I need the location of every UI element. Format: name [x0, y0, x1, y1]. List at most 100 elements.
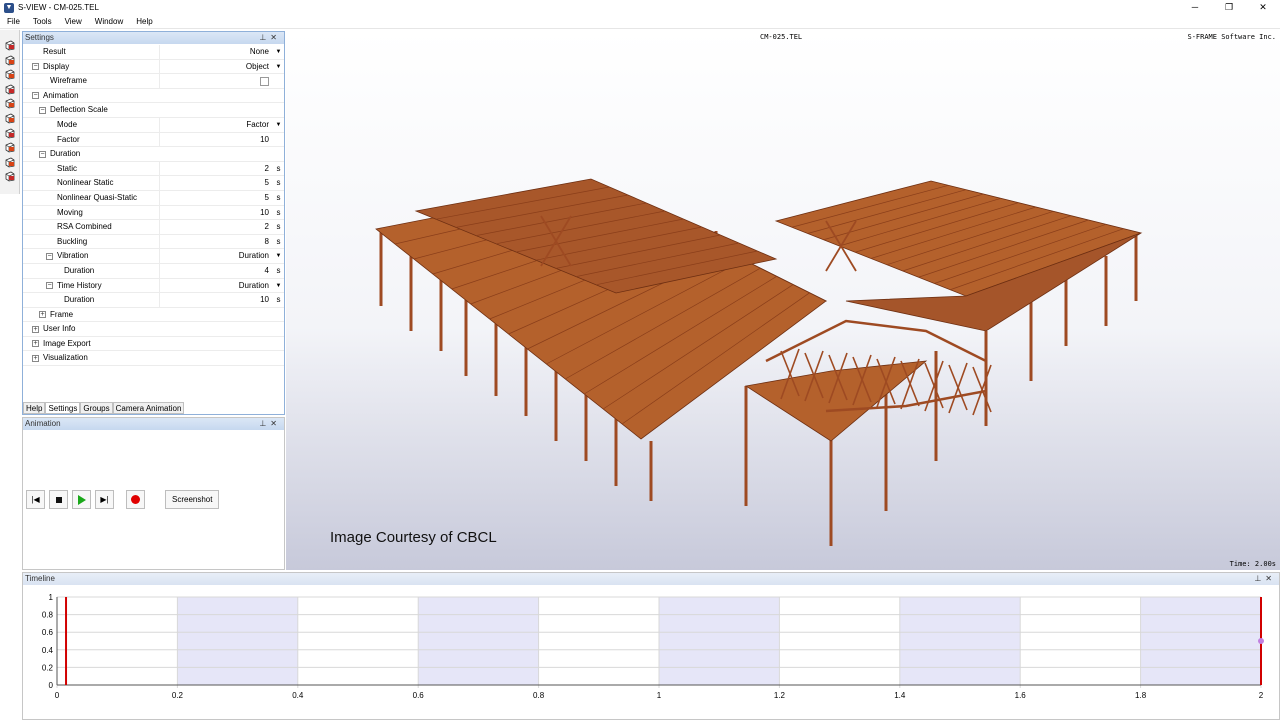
tab-help[interactable]: Help	[23, 403, 46, 414]
cube-side-icon[interactable]	[4, 68, 16, 80]
menu-tools[interactable]: Tools	[26, 15, 58, 28]
3d-viewport[interactable]: CM-025.TEL S-FRAME Software Inc. Time: 2…	[286, 31, 1280, 570]
property-row[interactable]: Buckling 8 s	[23, 234, 284, 250]
cube-back-icon[interactable]	[4, 97, 16, 109]
property-value[interactable]: None	[161, 45, 271, 59]
tab-settings[interactable]: Settings	[45, 403, 81, 414]
property-value[interactable]: 2	[161, 220, 271, 234]
tab-groups[interactable]: Groups	[80, 403, 113, 414]
orbit-icon[interactable]	[4, 127, 16, 139]
dropdown-arrow-icon: ▼	[275, 63, 282, 70]
property-row[interactable]: − Vibration Duration ▼	[23, 249, 284, 264]
property-value[interactable]: Object	[161, 60, 271, 74]
record-button[interactable]	[126, 490, 145, 509]
property-row[interactable]: + Visualization	[23, 351, 284, 367]
play-button[interactable]	[72, 490, 91, 509]
skip-to-start-button[interactable]: |◀	[26, 490, 45, 509]
property-value[interactable]	[161, 74, 271, 88]
timeline-chart[interactable]: 0 0.2 0.4 0.6 0.8 1 0 0.2 0.4 0.6 0.8 1 1.2 1.4 1.6 1.8…	[23, 585, 1279, 719]
unit-label: s	[276, 207, 281, 217]
property-value[interactable]: Factor	[161, 118, 271, 132]
reset-view-icon[interactable]	[4, 170, 16, 182]
property-row[interactable]: Factor 10	[23, 132, 284, 148]
property-row[interactable]: − Duration	[23, 147, 284, 162]
collapse-icon[interactable]: −	[39, 106, 46, 114]
property-row[interactable]: Nonlinear Quasi-Static 5 s	[23, 190, 284, 206]
property-row[interactable]: Duration 10 s	[23, 293, 284, 308]
property-value[interactable]: 4	[161, 264, 271, 278]
property-row[interactable]: RSA Combined 2 s	[23, 220, 284, 235]
stop-button[interactable]	[49, 490, 68, 509]
property-row[interactable]: − Deflection Scale	[23, 103, 284, 118]
menu-file[interactable]: File	[0, 15, 26, 28]
property-row[interactable]: − Time History Duration ▼	[23, 278, 284, 294]
pin-icon[interactable]: ⊥	[259, 33, 270, 42]
collapse-icon[interactable]: −	[39, 150, 46, 158]
minimize-icon[interactable]: ─	[1178, 0, 1212, 15]
view-toolbar	[0, 30, 20, 194]
menu-help[interactable]: Help	[129, 15, 158, 28]
menu-window[interactable]: Window	[88, 15, 129, 28]
close-icon[interactable]: ✕	[1246, 0, 1280, 15]
cube-iso-icon[interactable]	[4, 83, 16, 95]
property-value[interactable]: 10	[161, 206, 271, 220]
viewport-file-label: CM-025.TEL	[760, 33, 803, 41]
screenshot-button[interactable]: Screenshot	[165, 490, 220, 509]
property-value[interactable]: 2	[161, 162, 271, 176]
property-row[interactable]: − Animation	[23, 89, 284, 104]
expand-icon[interactable]: +	[32, 340, 39, 348]
timeline-band	[418, 597, 539, 685]
skip-to-end-button[interactable]: ▶|	[95, 490, 114, 509]
collapse-icon[interactable]: −	[32, 92, 39, 100]
property-row[interactable]: Nonlinear Static 5 s	[23, 176, 284, 191]
property-row[interactable]: Mode Factor ▼	[23, 117, 284, 133]
dropdown-arrow-icon: ▼	[275, 253, 282, 260]
collapse-icon[interactable]: −	[46, 252, 53, 260]
unit-label: s	[276, 178, 281, 188]
property-row[interactable]: + Frame	[23, 308, 284, 323]
play-icon	[77, 494, 86, 505]
property-name: Buckling	[23, 234, 160, 249]
property-row[interactable]: Result None ▼	[23, 45, 284, 60]
panel-close-icon[interactable]: ✕	[270, 33, 281, 42]
property-value[interactable]: 5	[161, 191, 271, 205]
property-row[interactable]: − Display Object ▼	[23, 59, 284, 75]
property-value[interactable]: 10	[161, 133, 271, 147]
property-row[interactable]: Static 2 s	[23, 161, 284, 177]
settings-header: Settings ⊥✕	[23, 32, 284, 44]
expand-icon[interactable]: +	[32, 354, 39, 362]
expand-icon[interactable]: +	[32, 325, 39, 333]
property-value[interactable]: 5	[161, 176, 271, 190]
panel-close-icon[interactable]: ✕	[270, 419, 281, 428]
cube-front-icon[interactable]	[4, 39, 16, 51]
stop-icon	[55, 496, 62, 503]
cube-bottom-icon[interactable]	[4, 112, 16, 124]
property-value[interactable]: Duration	[161, 279, 271, 293]
wireframe-checkbox[interactable]	[260, 76, 269, 86]
value-text: 8	[264, 236, 269, 246]
restore-icon[interactable]: ❐	[1212, 0, 1246, 15]
property-row[interactable]: Wireframe	[23, 74, 284, 89]
collapse-icon[interactable]: −	[32, 62, 39, 70]
pin-icon[interactable]: ⊥	[259, 419, 270, 428]
property-row[interactable]: + User Info	[23, 322, 284, 337]
property-value[interactable]: 10	[161, 293, 271, 307]
zoom-icon[interactable]	[4, 156, 16, 168]
collapse-icon[interactable]: −	[46, 281, 53, 289]
property-value[interactable]: 8	[161, 235, 271, 249]
property-grid: Result None ▼ − Display Object ▼ Wireframe − Anim…	[23, 45, 284, 367]
property-row[interactable]: + Image Export	[23, 337, 284, 352]
property-name: + User Info	[23, 322, 284, 336]
expand-icon[interactable]: +	[39, 311, 46, 319]
panel-close-icon[interactable]: ✕	[1265, 574, 1276, 583]
property-row[interactable]: Duration 4 s	[23, 263, 284, 279]
property-row[interactable]: Moving 10 s	[23, 205, 284, 221]
menu-view[interactable]: View	[58, 15, 88, 28]
pin-icon[interactable]: ⊥	[1254, 574, 1265, 583]
cube-top-icon[interactable]	[4, 54, 16, 66]
rotate-icon[interactable]	[4, 141, 16, 153]
tab-camera-animation[interactable]: Camera Animation	[112, 403, 185, 414]
property-value[interactable]: Duration	[161, 249, 271, 263]
value-text: 2	[264, 222, 269, 232]
property-label: Display	[43, 61, 70, 71]
